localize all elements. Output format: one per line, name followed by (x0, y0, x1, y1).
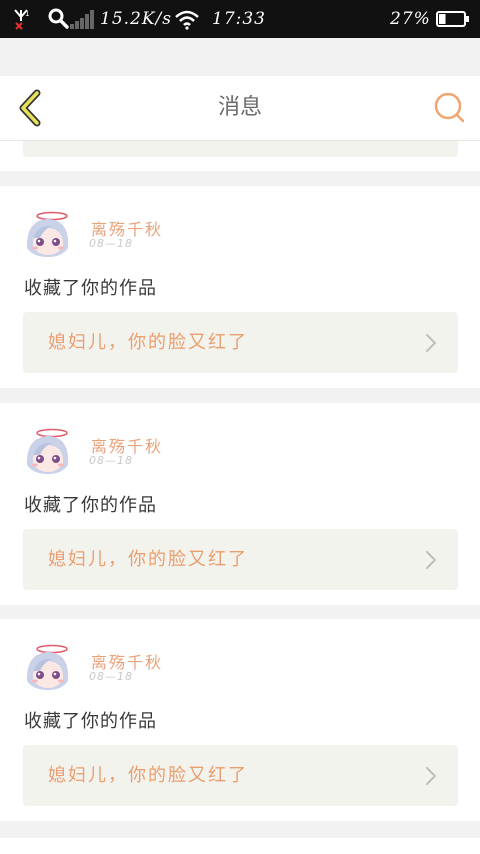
avatar[interactable] (22, 641, 74, 693)
message-action: 收藏了你的作品 (24, 711, 157, 732)
list-item: 离殇千秋 08—18 收藏了你的作品 媳妇儿，你的脸又红了 (0, 403, 480, 605)
list-item: 离殇千秋 08—18 收藏了你的作品 媳妇儿，你的脸又红了 (0, 619, 480, 821)
avatar[interactable] (22, 208, 74, 260)
message-date: 08—18 (89, 237, 133, 250)
network-speed: 15.2K/s (100, 9, 173, 29)
clock: 17:33 (212, 9, 266, 29)
page-title: 消息 (217, 95, 262, 120)
message-date: 08—18 (89, 670, 133, 683)
message-date: 08—18 (89, 454, 133, 467)
message-action: 收藏了你的作品 (24, 495, 157, 516)
list-item: 离殇千秋 08—18 收藏了你的作品 媳妇儿，你的脸又红了 (0, 186, 480, 388)
wifi-icon (174, 0, 200, 38)
work-title: 媳妇儿，你的脸又红了 (48, 549, 248, 570)
signal-bars-icon (70, 0, 96, 38)
message-action: 收藏了你的作品 (24, 278, 157, 299)
list-item-partial (0, 141, 480, 171)
svg-text:1: 1 (25, 10, 29, 18)
work-link[interactable]: 媳妇儿，你的脸又红了 (23, 529, 458, 590)
search-icon (48, 0, 70, 38)
work-title: 媳妇儿，你的脸又红了 (48, 765, 248, 786)
search-icon (434, 92, 465, 123)
avatar[interactable] (22, 425, 74, 477)
search-button[interactable] (432, 90, 468, 126)
chevron-right-icon (426, 767, 437, 785)
status-bar: 1 15.2K/s 17:33 27% (0, 0, 480, 38)
chevron-right-icon (426, 334, 437, 352)
battery-percent: 27% (390, 9, 431, 29)
chevron-right-icon (426, 551, 437, 569)
header-bar: 消息 (0, 76, 480, 141)
list-item-partial (0, 838, 480, 854)
battery-icon (436, 0, 470, 38)
no-signal-icon: 1 (12, 0, 30, 38)
work-link[interactable]: 媳妇儿，你的脸又红了 (23, 745, 458, 806)
work-link-partial[interactable] (23, 141, 458, 157)
work-link[interactable]: 媳妇儿，你的脸又红了 (23, 312, 458, 373)
work-title: 媳妇儿，你的脸又红了 (48, 332, 248, 353)
